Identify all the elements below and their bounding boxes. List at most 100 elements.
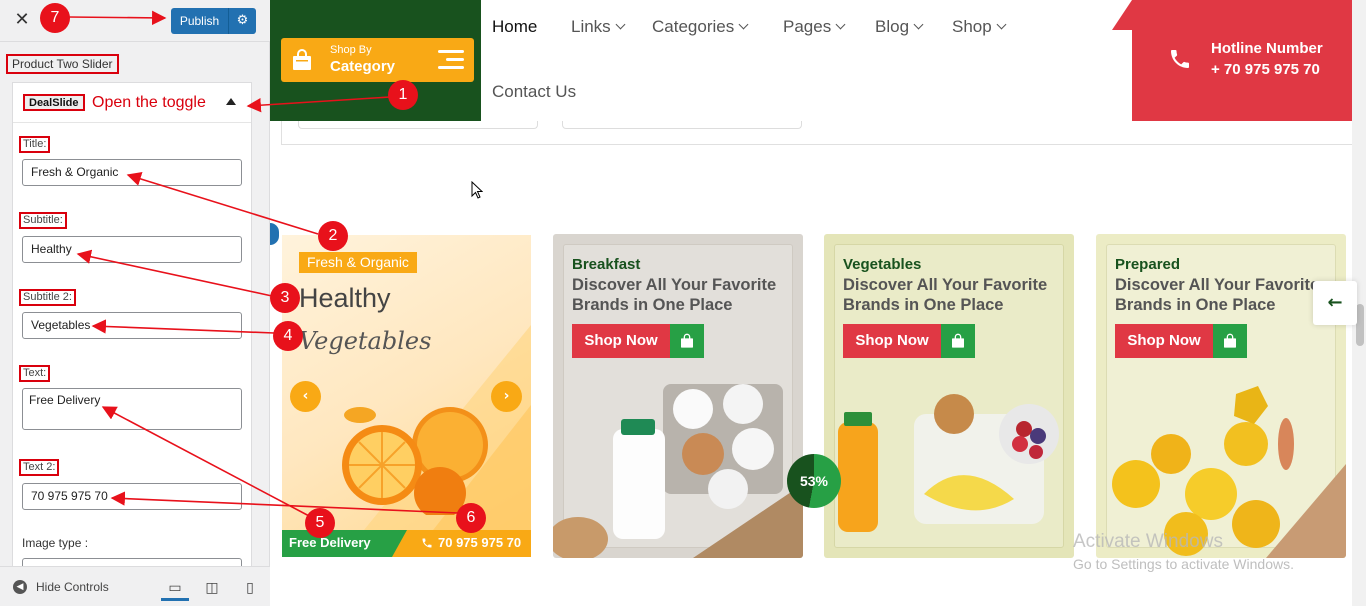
tablet-preview-icon[interactable]: ◫ xyxy=(198,575,226,601)
nav-shop[interactable]: Shop xyxy=(952,17,1007,37)
promo-card-prepared: Prepared Discover All Your Favorite Bran… xyxy=(1096,234,1346,558)
promo-card-title: Discover All Your Favorite Brands in One… xyxy=(1115,275,1335,315)
customizer-footer: ◀ Hide Controls ▭ ◫ ▯ xyxy=(0,566,270,606)
promo-card-category: Breakfast xyxy=(572,256,641,273)
shop-now-label: Shop Now xyxy=(1115,324,1213,358)
text2-input[interactable]: 70 975 975 70 xyxy=(22,483,242,510)
breakfast-image xyxy=(553,384,803,558)
title-label: Title: xyxy=(19,136,51,153)
shop-by-category-button[interactable]: Shop By Category xyxy=(281,38,474,82)
windows-watermark-subtitle: Go to Settings to activate Windows. xyxy=(1073,556,1294,572)
hide-controls-button[interactable]: Hide Controls xyxy=(36,580,109,594)
chevron-down-icon xyxy=(835,19,846,30)
slider-next-button[interactable]: › xyxy=(491,381,522,412)
subtitle2-input[interactable]: Vegetables xyxy=(22,312,242,339)
shopping-bag-icon xyxy=(293,49,311,70)
gear-icon[interactable]: ⚙ xyxy=(228,8,256,34)
mouse-cursor-icon xyxy=(471,181,483,199)
shop-now-button[interactable]: Shop Now xyxy=(1115,324,1247,358)
slider-prev-button[interactable]: ‹ xyxy=(290,381,321,412)
subtitle2-label: Subtitle 2: xyxy=(19,289,76,306)
image-type-label: Image type : xyxy=(22,536,89,550)
close-icon[interactable]: ✕ xyxy=(12,9,32,31)
nav-contact-label: Contact Us xyxy=(492,82,577,101)
scrollbar-thumb[interactable] xyxy=(1356,304,1364,346)
promo-card-title-line1: Discover All Your Favorite xyxy=(572,276,777,294)
chevron-down-icon xyxy=(615,19,626,30)
dealslide-panel: DealSlide Open the toggle Title: Fresh &… xyxy=(12,82,252,567)
discount-badge: 53% xyxy=(787,454,841,508)
nav-contact[interactable]: Contact Us xyxy=(492,82,576,102)
promo-card-category: Prepared xyxy=(1115,256,1181,273)
section-title: Product Two Slider xyxy=(6,54,119,74)
annotation-badge-5: 5 xyxy=(305,508,335,538)
phone-icon xyxy=(422,538,432,548)
bag-icon xyxy=(1213,324,1247,358)
search-input[interactable] xyxy=(298,121,538,129)
mobile-preview-icon[interactable]: ▯ xyxy=(236,575,264,601)
nav-shop-label: Shop xyxy=(952,17,992,36)
nav-blog-label: Blog xyxy=(875,17,910,36)
annotation-badge-6: 6 xyxy=(456,503,486,533)
nav-blog[interactable]: Blog xyxy=(875,17,924,37)
category-button-big-text: Category xyxy=(330,58,396,75)
collapse-arrow-icon[interactable]: ◀ xyxy=(13,580,27,594)
shop-now-label: Shop Now xyxy=(843,324,941,358)
phone-icon xyxy=(1171,50,1189,68)
windows-watermark-title: Activate Windows xyxy=(1073,531,1223,552)
annotation-badge-3: 3 xyxy=(270,283,300,313)
promo-card-title-line1: Discover All Your Favorite xyxy=(843,276,1048,294)
slide-text-2: 70 975 975 70 xyxy=(438,535,522,550)
chevron-down-icon xyxy=(996,19,1007,30)
shop-now-label: Shop Now xyxy=(572,324,670,358)
annotation-badge-2: 2 xyxy=(318,221,348,251)
shop-now-button[interactable]: Shop Now xyxy=(843,324,975,358)
hamburger-menu-icon xyxy=(438,50,464,70)
arrow-left-icon[interactable]: ← xyxy=(1313,281,1357,325)
nav-home-label: Home xyxy=(492,17,538,36)
category-select[interactable] xyxy=(562,121,802,129)
text-label: Text: xyxy=(19,365,51,382)
hotline-title: Hotline Number xyxy=(1211,40,1323,57)
desktop-preview-icon[interactable]: ▭ xyxy=(161,575,189,601)
annotation-badge-1: 1 xyxy=(388,80,418,110)
promo-card-title-line2: Brands in One Place xyxy=(1115,296,1276,314)
chevron-down-icon xyxy=(738,19,749,30)
edit-shortcut-handle[interactable] xyxy=(270,223,279,245)
subtitle-input[interactable]: Healthy xyxy=(22,236,242,263)
slide-subtitle-2: Vegetables xyxy=(299,327,432,355)
slide-subtitle: Healthy xyxy=(299,283,391,313)
chevron-down-icon xyxy=(913,19,924,30)
promo-card-title-line2: Brands in One Place xyxy=(572,296,733,314)
title-input[interactable]: Fresh & Organic xyxy=(22,159,242,186)
publish-button[interactable]: Publish xyxy=(171,8,228,34)
hotline-number[interactable]: + 70 975 975 70 xyxy=(1211,61,1320,78)
shop-now-button[interactable]: Shop Now xyxy=(572,324,704,358)
nav-categories[interactable]: Categories xyxy=(652,17,749,37)
nav-pages-label: Pages xyxy=(783,17,832,36)
nav-links[interactable]: Links xyxy=(571,17,626,37)
promo-card-title: Discover All Your Favorite Brands in One… xyxy=(843,275,1063,315)
toggle-annotation-note: Open the toggle xyxy=(92,94,206,111)
subtitle-label: Subtitle: xyxy=(19,212,67,229)
category-button-small-text: Shop By xyxy=(330,44,372,56)
customizer-sidebar: ✕ Publish ⚙ Product Two Slider DealSlide… xyxy=(0,0,270,606)
hotline-corner xyxy=(1112,0,1132,30)
dealslide-tag[interactable]: DealSlide xyxy=(23,94,85,111)
bag-icon xyxy=(941,324,975,358)
site-preview: Shop By Category Home Links Categories P… xyxy=(270,0,1366,606)
nav-home[interactable]: Home xyxy=(492,17,537,37)
promo-card-vegetables: Vegetables Discover All Your Favorite Br… xyxy=(824,234,1074,558)
promo-card-breakfast: Breakfast Discover All Your Favorite Bra… xyxy=(553,234,803,558)
vegetables-image xyxy=(838,394,1059,532)
promo-card-category: Vegetables xyxy=(843,256,922,273)
nav-pages[interactable]: Pages xyxy=(783,17,846,37)
caret-up-icon[interactable] xyxy=(226,98,236,105)
dealslide-toggle[interactable]: DealSlide Open the toggle xyxy=(13,83,251,123)
bag-icon xyxy=(670,324,704,358)
promo-card-title: Discover All Your Favorite Brands in One… xyxy=(572,275,792,315)
slide-title-tag: Fresh & Organic xyxy=(299,252,417,273)
text-textarea[interactable]: Free Delivery xyxy=(22,388,242,430)
oranges-image xyxy=(342,407,488,515)
text2-label: Text 2: xyxy=(19,459,60,476)
